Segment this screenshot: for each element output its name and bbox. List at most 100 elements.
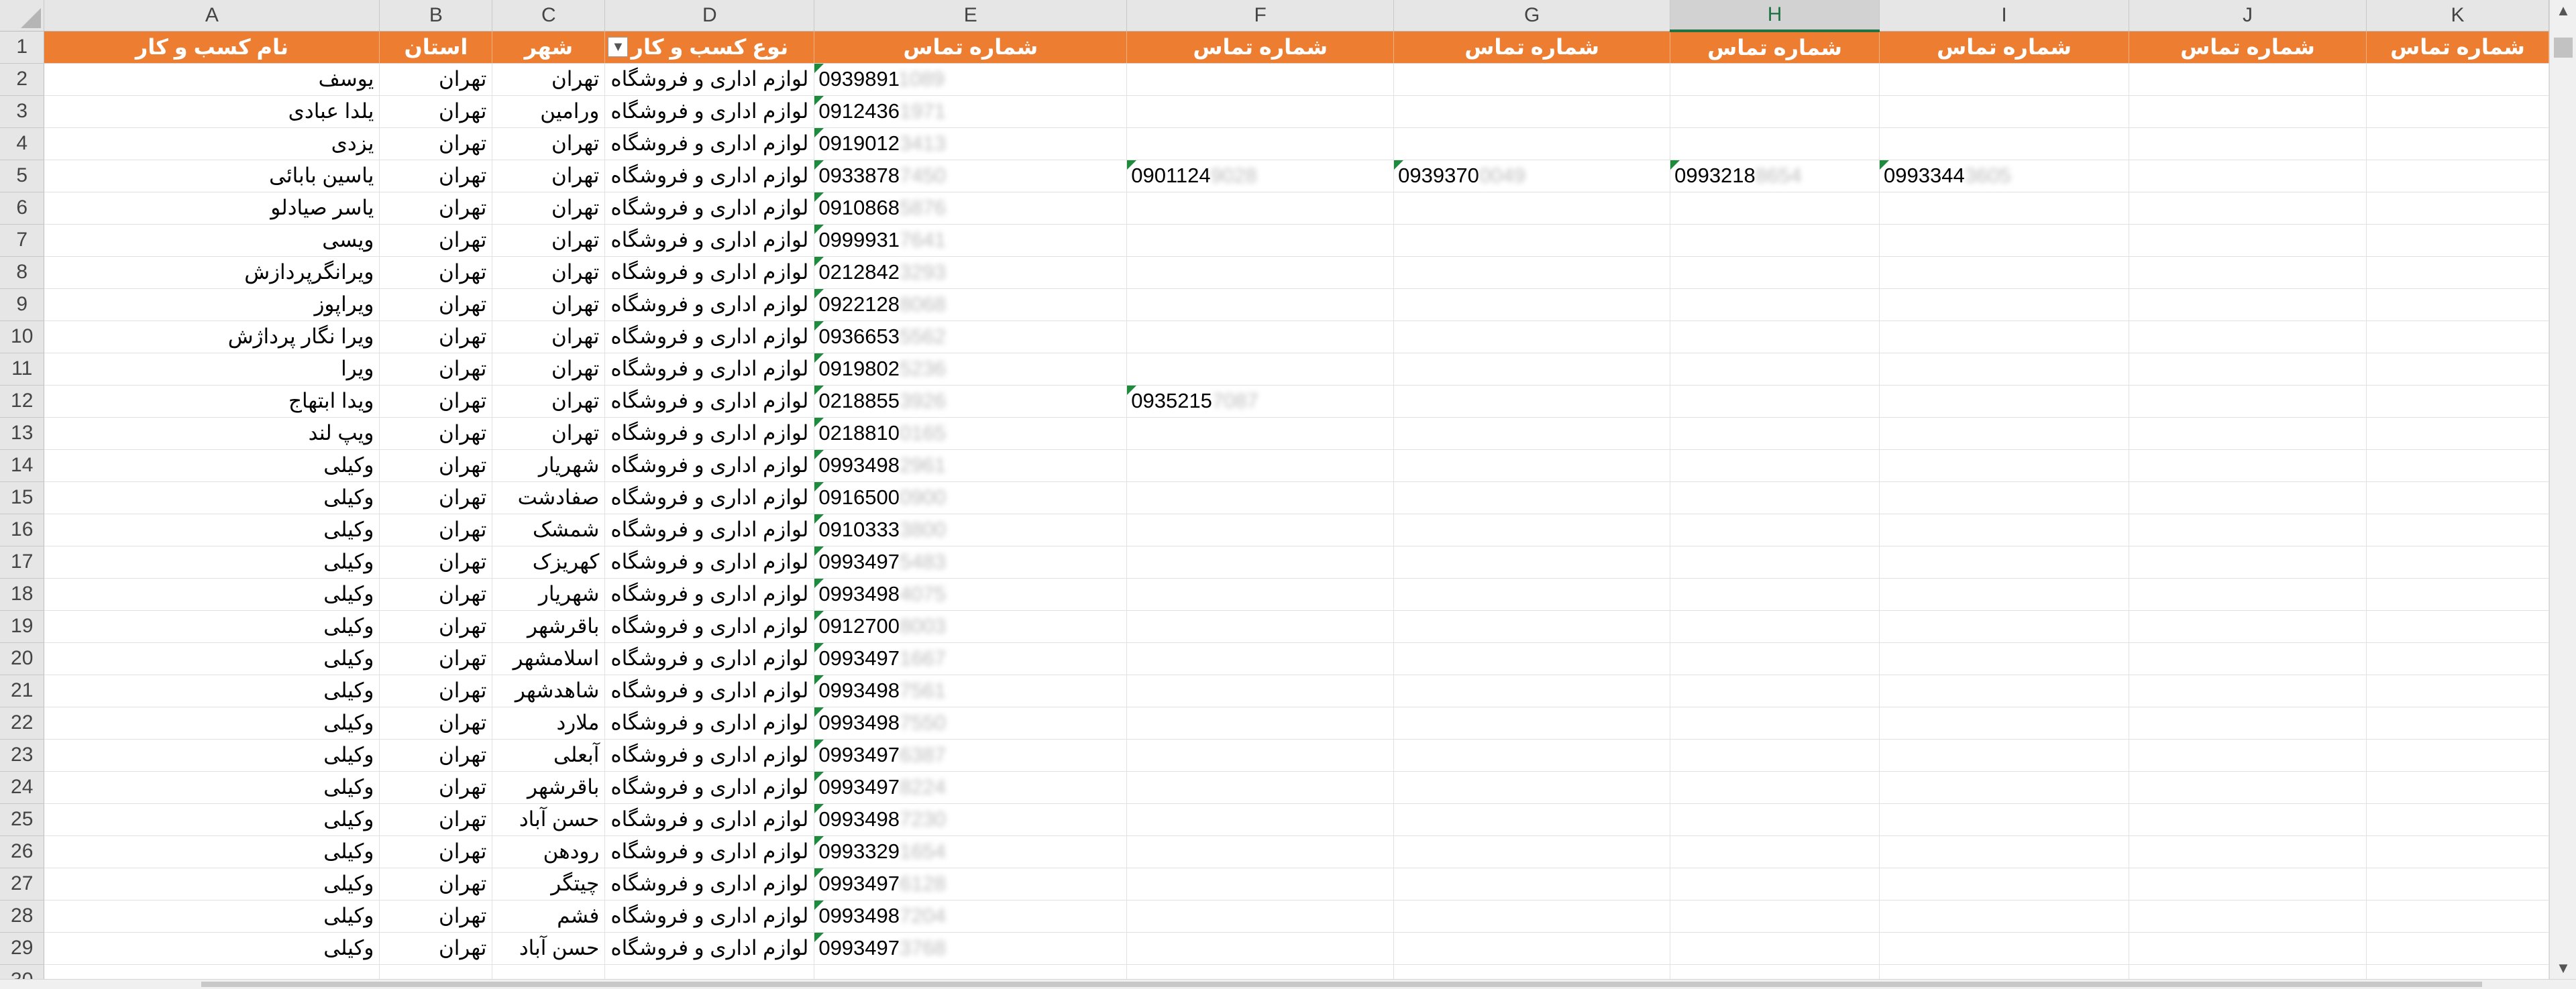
cell-phone-e[interactable]: 09934984075 [814, 578, 1128, 611]
cell-phone-k[interactable] [2366, 417, 2549, 450]
filter-icon[interactable]: ▼ [608, 36, 629, 57]
cell-business-name[interactable]: وکیلی [44, 449, 380, 482]
cell-business-name[interactable] [44, 964, 380, 979]
cell-phone-g[interactable] [1393, 514, 1671, 546]
cell-phone-k[interactable] [2366, 642, 2549, 675]
cell-phone-g[interactable] [1393, 739, 1671, 772]
cell-business-type[interactable]: لوازم اداری و فروشگاه [604, 63, 815, 96]
row-number[interactable]: 3 [0, 95, 45, 128]
cell-business-type[interactable]: لوازم اداری و فروشگاه [604, 481, 815, 514]
cell-phone-k[interactable] [2366, 900, 2549, 933]
row-number[interactable]: 28 [0, 900, 45, 933]
cell-phone-g[interactable] [1393, 964, 1671, 979]
cell-phone-f[interactable] [1126, 481, 1395, 514]
row-number[interactable]: 30 [0, 964, 45, 979]
cell-city[interactable]: اسلامشهر [492, 642, 606, 675]
cell-province[interactable]: تهران [379, 803, 493, 836]
cell-business-type[interactable]: لوازم اداری و فروشگاه [604, 256, 815, 289]
cell-phone-k[interactable] [2366, 95, 2549, 128]
cell-city[interactable]: فشم [492, 900, 606, 933]
select-all-corner[interactable] [0, 0, 45, 32]
cell-phone-g[interactable] [1393, 835, 1671, 868]
cell-phone-j[interactable] [2129, 739, 2367, 772]
cell-phone-g[interactable] [1393, 610, 1671, 643]
cell-phone-f[interactable] [1126, 932, 1395, 965]
cell-city[interactable]: تهران [492, 63, 606, 96]
cell-business-type[interactable]: لوازم اداری و فروشگاه [604, 160, 815, 192]
row-number[interactable]: 25 [0, 803, 45, 836]
cell-phone-f[interactable] [1126, 675, 1395, 707]
column-header-d[interactable]: D [604, 0, 815, 32]
cell-phone-i[interactable] [1879, 900, 2129, 933]
cell-phone-e[interactable]: 09934987561 [814, 675, 1128, 707]
cell-business-name[interactable]: ویپ لند [44, 417, 380, 450]
row-number[interactable]: 2 [0, 63, 45, 96]
cell-phone-g[interactable] [1393, 321, 1671, 353]
cell-phone-f[interactable] [1126, 642, 1395, 675]
row-number[interactable]: 21 [0, 675, 45, 707]
vertical-scrollbar[interactable]: ▲ ▼ [2549, 0, 2576, 979]
cell-phone-e[interactable]: 09934987204 [814, 900, 1128, 933]
cell-phone-h[interactable] [1670, 224, 1880, 257]
cell-phone-j[interactable] [2129, 63, 2367, 96]
header-cell-business-name[interactable]: نام کسب و کار [44, 31, 380, 64]
row-number[interactable]: 8 [0, 256, 45, 289]
row-number[interactable]: 5 [0, 160, 45, 192]
cell-phone-e[interactable]: 02188100165 [814, 417, 1128, 450]
cell-phone-e[interactable]: 09103333800 [814, 514, 1128, 546]
cell-phone-i[interactable] [1879, 771, 2129, 804]
row-number[interactable]: 22 [0, 707, 45, 740]
cell-city[interactable]: چیتگر [492, 868, 606, 900]
cell-business-type[interactable]: لوازم اداری و فروشگاه [604, 868, 815, 900]
cell-phone-h[interactable] [1670, 900, 1880, 933]
cell-business-name[interactable]: یاسر صیادلو [44, 192, 380, 225]
cell-phone-g[interactable] [1393, 417, 1671, 450]
cell-province[interactable]: تهران [379, 900, 493, 933]
cell-business-name[interactable]: وکیلی [44, 610, 380, 643]
cell-city[interactable]: تهران [492, 353, 606, 386]
cell-phone-i[interactable] [1879, 95, 2129, 128]
cell-phone-h[interactable] [1670, 514, 1880, 546]
cell-phone-e[interactable]: 09999317641 [814, 224, 1128, 257]
cell-city[interactable]: صفادشت [492, 481, 606, 514]
cell-city[interactable]: شهریار [492, 449, 606, 482]
cell-province[interactable]: تهران [379, 675, 493, 707]
cell-phone-f[interactable] [1126, 739, 1395, 772]
cell-phone-h[interactable] [1670, 127, 1880, 160]
cell-phone-h[interactable] [1670, 675, 1880, 707]
cell-phone-k[interactable] [2366, 63, 2549, 96]
cell-business-name[interactable]: یزدی [44, 127, 380, 160]
cell-province[interactable]: تهران [379, 256, 493, 289]
cell-phone-i[interactable] [1879, 192, 2129, 225]
row-number[interactable]: 20 [0, 642, 45, 675]
row-number[interactable]: 19 [0, 610, 45, 643]
cell-city[interactable]: باقرشهر [492, 610, 606, 643]
cell-province[interactable]: تهران [379, 868, 493, 900]
cell-phone-j[interactable] [2129, 95, 2367, 128]
cell-phone-k[interactable] [2366, 385, 2549, 418]
cell-phone-f[interactable] [1126, 514, 1395, 546]
cell-business-type[interactable]: لوازم اداری و فروشگاه [604, 610, 815, 643]
cell-phone-e[interactable]: 09934978224 [814, 771, 1128, 804]
cell-phone-i[interactable] [1879, 803, 2129, 836]
cell-phone-h[interactable] [1670, 417, 1880, 450]
cell-phone-j[interactable] [2129, 321, 2367, 353]
cell-phone-h[interactable] [1670, 546, 1880, 579]
column-header-k[interactable]: K [2366, 0, 2549, 32]
cell-phone-e[interactable]: 09934975483 [814, 546, 1128, 579]
row-number[interactable]: 4 [0, 127, 45, 160]
cell-province[interactable]: تهران [379, 288, 493, 321]
cell-phone-g[interactable] [1393, 868, 1671, 900]
cell-phone-f[interactable] [1126, 546, 1395, 579]
cell-phone-e[interactable]: 09338787450 [814, 160, 1128, 192]
cell-phone-e[interactable]: 09934971667 [814, 642, 1128, 675]
cell-city[interactable]: تهران [492, 385, 606, 418]
row-number[interactable]: 12 [0, 385, 45, 418]
cell-phone-h[interactable] [1670, 256, 1880, 289]
header-cell-province[interactable]: استان [379, 31, 493, 64]
cell-phone-e[interactable]: 09124361971 [814, 95, 1128, 128]
cell-phone-e[interactable]: 09934987550 [814, 707, 1128, 740]
cell-business-name[interactable]: یلدا عبادی [44, 95, 380, 128]
cell-phone-g[interactable] [1393, 675, 1671, 707]
cell-phone-e[interactable]: 09934973768 [814, 932, 1128, 965]
